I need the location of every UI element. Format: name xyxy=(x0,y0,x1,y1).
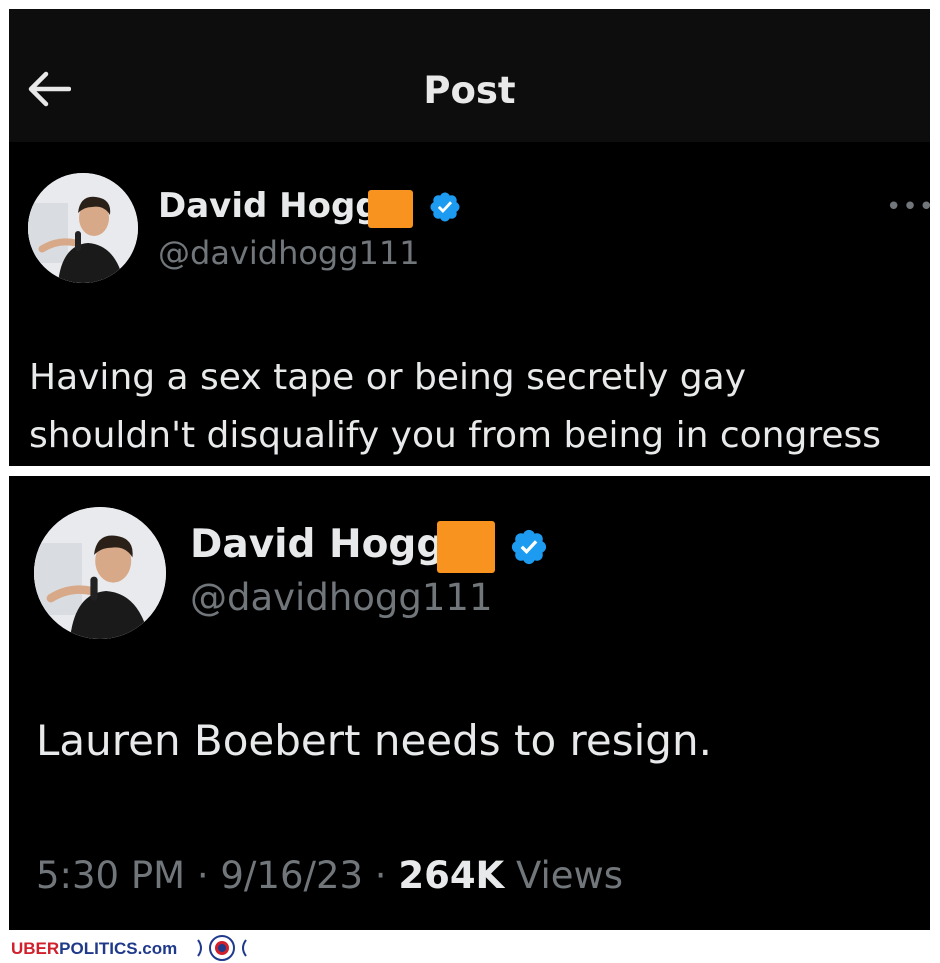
user-handle[interactable]: @davidhogg111 xyxy=(190,576,493,620)
watermark: UBERPOLITICS.com xyxy=(11,935,247,961)
separator-dot: · xyxy=(196,854,209,897)
avatar[interactable] xyxy=(28,173,138,283)
page-title: Post xyxy=(423,69,516,112)
avatar[interactable] xyxy=(34,507,166,639)
tweet-text-line-1: Having a sex tape or being secretly gay xyxy=(29,357,747,398)
post-panel-top: Post David Hogg @davidhogg111 ••• Having… xyxy=(9,9,930,466)
tweet-metadata: 5:30 PM · 9/16/23 · 264K Views xyxy=(36,854,623,897)
post-time[interactable]: 5:30 PM xyxy=(36,854,185,897)
separator-dot: · xyxy=(374,854,387,897)
post-date[interactable]: 9/16/23 xyxy=(220,854,363,897)
display-name[interactable]: David Hogg xyxy=(190,521,444,569)
views-count[interactable]: 264K xyxy=(398,854,504,897)
user-handle[interactable]: @davidhogg111 xyxy=(158,235,420,271)
tweet-text: Lauren Boebert needs to resign. xyxy=(36,716,712,765)
tweet-text-line-2: shouldn't disqualify you from being in c… xyxy=(29,415,882,456)
verified-badge-icon xyxy=(430,192,460,222)
display-name[interactable]: David Hogg xyxy=(158,186,380,226)
post-panel-bottom: David Hogg @davidhogg111 Lauren Boebert … xyxy=(9,476,930,930)
top-bar: Post xyxy=(9,9,930,142)
views-label[interactable]: Views xyxy=(516,854,623,897)
more-options-icon[interactable]: ••• xyxy=(886,192,930,222)
verified-badge-icon xyxy=(511,529,547,565)
lion-logo-icon xyxy=(197,935,247,961)
orange-square-icon xyxy=(437,521,495,573)
orange-square-icon xyxy=(368,190,413,228)
watermark-text: UBERPOLITICS.com xyxy=(11,939,178,958)
